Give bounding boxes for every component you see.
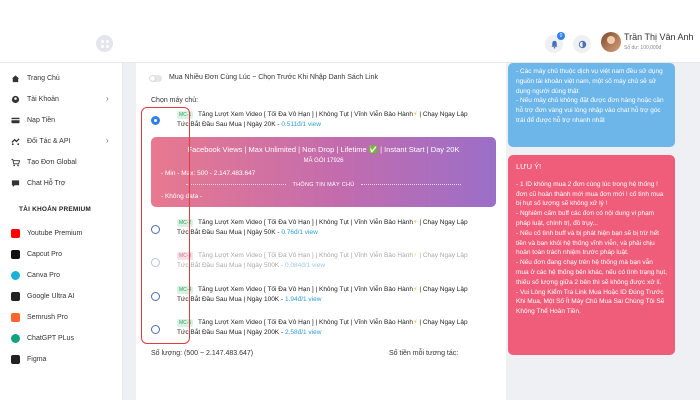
sidebar-item-home[interactable]: Trang Chủ — [11, 72, 60, 84]
info-notice-panel: - Các máy chủ thuộc dịch vụ việt nam đều… — [508, 63, 675, 147]
sidebar-item-label: Tài Khoản — [27, 95, 59, 103]
sidebar-item-chatgpt-plus[interactable]: ChatGPT PLus — [11, 332, 74, 344]
detail-title: Facebook Views | Max Unlimited | Non Dro… — [187, 145, 460, 154]
figma-icon — [11, 354, 20, 364]
user-avatar[interactable] — [601, 32, 621, 52]
sidebar-item-google-ultra-ai[interactable]: Google Ultra AI — [11, 290, 74, 302]
sidebar-item-label: Google Ultra AI — [27, 292, 75, 300]
order-form: Mua Nhiều Đơn Cùng Lúc ~ Chọn Trước Khi … — [136, 63, 506, 400]
notice-line: - Nếu cố tình buff và bị phát hiện bạn s… — [516, 229, 659, 257]
sidebar-item-topup[interactable]: Nạp Tiền — [11, 114, 55, 126]
theme-toggle-icon[interactable] — [573, 35, 591, 53]
server-title: Tăng Lượt Xem Video [ Tối Đa Vô Hạn ] | … — [198, 219, 468, 226]
quantity-label: Số lượng: (500 ~ 2.147.483.647) — [151, 350, 254, 357]
server-option: MC-3 Tăng Lượt Xem Video [ Tối Đa Vô Hạn… — [149, 251, 499, 273]
notice-line: - 1 ID không mua 2 đơn cùng lúc trong hệ… — [516, 180, 664, 208]
detail-code: MÃ GÓI 17926 — [303, 158, 344, 164]
server-subtitle: Tức Bắt Đầu Sau Mua | Ngày 100K - 1.94đ/… — [177, 296, 322, 303]
premium-section-title: TÀI KHOẢN PREMIUM — [19, 206, 92, 213]
notice-line: - Các máy chủ thuộc dịch vụ việt nam đều… — [516, 68, 663, 95]
card-icon — [11, 116, 20, 125]
notice-line: - Nếu đơn đang chạy trên hệ thống mà bạn… — [516, 259, 667, 286]
detail-info-title: THÔNG TIN MÁY CHỦ — [151, 182, 496, 188]
chevron-right-icon[interactable]: › — [106, 136, 109, 145]
server-title: Tăng Lượt Xem Video [ Tối Đa Vô Hạn ] | … — [198, 319, 468, 326]
server-price: 2.58đ/1 view — [284, 329, 322, 336]
chatgpt-icon — [11, 333, 20, 343]
semrush-icon — [11, 312, 20, 322]
apps-menu-icon[interactable] — [96, 35, 113, 52]
server-title: Tăng Lượt Xem Video [ Tối Đa Vô Hạn ] | … — [198, 286, 468, 293]
sidebar-item-label: Figma — [27, 355, 47, 363]
server-option[interactable]: MC-5 Tăng Lượt Xem Video [ Tối Đa Vô Hạn… — [149, 318, 499, 340]
sidebar-item-label: ChatGPT PLus — [27, 334, 74, 342]
cart-icon — [11, 158, 20, 167]
highlight-box — [141, 107, 190, 344]
partner-icon — [11, 137, 20, 146]
server-option[interactable]: MC-1 Tăng Lượt Xem Video [ Tối Đa Vô Hạn… — [149, 110, 499, 132]
sidebar-item-label: Tạo Đơn Global — [27, 158, 77, 166]
server-subtitle: Tức Bắt Đầu Sau Mua | Ngày 20K - 0.511đ/… — [177, 121, 321, 128]
sidebar-item-label: Trang Chủ — [27, 74, 60, 82]
notification-bell-icon[interactable]: 0 — [545, 32, 565, 53]
price-per-interaction-label: Số tiền mỗi tương tác: — [389, 350, 459, 357]
notice-line: - Nếu máy chủ không đặt được đơn hàng ho… — [516, 97, 664, 124]
server-price: 1.94đ/1 view — [284, 296, 322, 303]
sidebar-item-label: Canva Pro — [27, 271, 61, 279]
server-price: 0.084đ/1 view — [284, 262, 326, 269]
sidebar-item-create-order[interactable]: Tạo Đơn Global — [11, 156, 77, 168]
sidebar-item-label: Semrush Pro — [27, 313, 68, 321]
chevron-right-icon[interactable]: › — [106, 94, 109, 103]
warning-notice-panel: LƯU Ý! - 1 ID không mua 2 đơn cùng lúc t… — [508, 155, 675, 355]
chat-icon — [11, 179, 20, 188]
home-icon — [11, 74, 20, 83]
sidebar-item-label: Youtube Premium — [27, 229, 83, 237]
sidebar-item-figma[interactable]: Figma — [11, 353, 46, 365]
sidebar-item-youtube-premium[interactable]: Youtube Premium — [11, 227, 82, 239]
notice-line: - Vui Lòng Kiểm Tra Link Mua Hoặc ID Đún… — [516, 288, 665, 316]
sidebar-item-label: Capcut Pro — [27, 250, 63, 258]
sidebar-item-semrush-pro[interactable]: Semrush Pro — [11, 311, 68, 323]
notification-badge: 0 — [557, 32, 565, 40]
warning-title: LƯU Ý! — [516, 162, 542, 171]
sidebar: Trang Chủ Tài Khoản › Nạp Tiền Đối Tác &… — [0, 63, 123, 400]
youtube-icon — [11, 228, 20, 238]
server-subtitle: Tức Bắt Đầu Sau Mua | Ngày 50K - 0.76đ/1… — [177, 229, 318, 236]
server-subtitle: Tức Bắt Đầu Sau Mua | Ngày 200K - 2.58đ/… — [177, 329, 322, 336]
multi-order-label: Mua Nhiều Đơn Cùng Lúc ~ Chọn Trước Khi … — [169, 74, 379, 81]
server-price: 0.511đ/1 view — [281, 121, 321, 128]
canva-icon — [11, 270, 20, 280]
sidebar-item-label: Chat Hỗ Trợ — [27, 179, 66, 187]
sidebar-item-support-chat[interactable]: Chat Hỗ Trợ — [11, 177, 65, 189]
server-option[interactable]: MC-4 Tăng Lượt Xem Video [ Tối Đa Vô Hạn… — [149, 285, 499, 307]
server-subtitle: Tức Bắt Đầu Sau Mua | Ngày 500K - 0.084đ… — [177, 262, 326, 269]
choose-server-label: Chọn máy chủ: — [151, 97, 199, 104]
top-header: 0 Trần Thị Vân Anh Số dư: 100,000đ — [0, 0, 700, 63]
sidebar-item-capcut-pro[interactable]: Capcut Pro — [11, 248, 62, 260]
user-name[interactable]: Trần Thị Vân Anh — [624, 32, 694, 42]
sidebar-item-partner-api[interactable]: Đối Tác & API — [11, 135, 70, 147]
sidebar-item-canva-pro[interactable]: Canva Pro — [11, 269, 60, 281]
server-title: Tăng Lượt Xem Video [ Tối Đa Vô Hạn ] | … — [198, 252, 468, 259]
multi-order-toggle[interactable] — [149, 75, 162, 82]
sidebar-item-account[interactable]: Tài Khoản — [11, 93, 59, 105]
server-option[interactable]: MC-2 Tăng Lượt Xem Video [ Tối Đa Vô Hạn… — [149, 218, 499, 240]
capcut-icon — [11, 249, 20, 259]
google-ai-icon — [11, 291, 20, 301]
server-title: Tăng Lượt Xem Video [ Tối Đa Vô Hạn ] | … — [198, 111, 468, 118]
user-balance: Số dư: 100,000đ — [624, 45, 662, 51]
notice-line: - Nghiêm cấm buff các đơn có nội dung vi… — [516, 210, 655, 227]
sidebar-item-label: Nạp Tiền — [27, 116, 56, 124]
server-detail-panel: Facebook Views | Max Unlimited | Non Dro… — [151, 137, 496, 207]
server-price: 0.76đ/1 view — [281, 229, 318, 236]
account-icon — [11, 95, 20, 104]
sidebar-item-label: Đối Tác & API — [27, 137, 71, 145]
